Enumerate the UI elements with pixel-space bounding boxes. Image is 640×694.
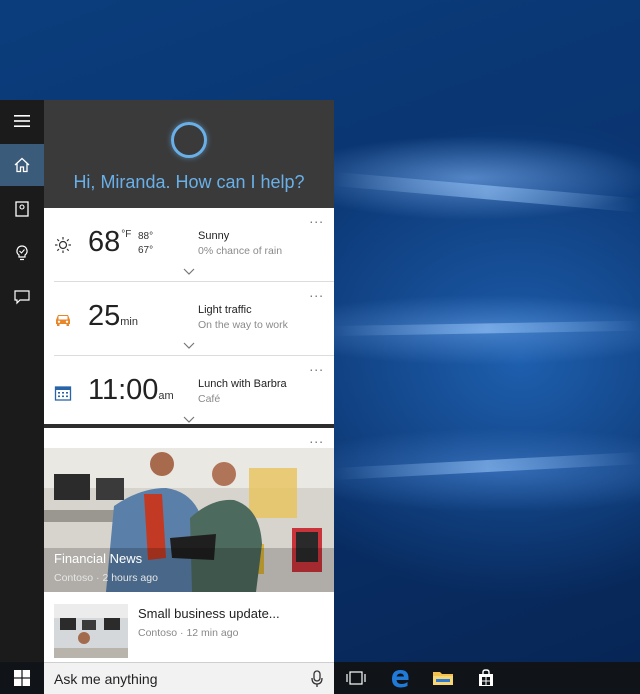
lightbulb-icon (16, 245, 28, 261)
news-section: ... Financial News Contoso · 2 hours ago… (44, 428, 334, 662)
light-beam (334, 172, 640, 213)
nav-home-button[interactable] (0, 144, 44, 186)
featured-news-card[interactable]: Financial News Contoso · 2 hours ago (44, 448, 334, 592)
calendar-card[interactable]: ... 11:00am Lunch with Barbra Café (44, 356, 334, 430)
traffic-detail: On the way to work (198, 319, 288, 331)
featured-news-category: Financial News (54, 551, 143, 566)
news-list-item[interactable]: Small business update... Contoso · 12 mi… (44, 600, 334, 662)
notebook-icon (15, 201, 29, 217)
weather-more-button[interactable]: ... (309, 210, 324, 226)
nav-reminders-button[interactable] (0, 232, 44, 274)
news-item-meta: Contoso · 12 min ago (138, 627, 239, 639)
cortana-header: Hi, Miranda. How can I help? (44, 100, 334, 208)
search-input[interactable] (54, 669, 294, 689)
chevron-down-icon[interactable] (183, 416, 195, 424)
search-box[interactable] (44, 662, 334, 694)
calendar-more-button[interactable]: ... (309, 358, 324, 374)
traffic-condition: Light traffic (198, 304, 252, 316)
home-icon (14, 157, 30, 173)
traffic-unit: min (120, 316, 138, 328)
light-beam (334, 320, 640, 336)
task-view-icon (346, 671, 366, 685)
microphone-icon[interactable] (310, 670, 324, 688)
event-title: Lunch with Barbra (198, 378, 287, 390)
windows-logo-icon (14, 670, 30, 686)
weather-temperature: 68°F (88, 226, 132, 258)
traffic-duration: 25min (88, 300, 138, 332)
chat-bubble-icon (14, 290, 30, 305)
folder-icon (433, 672, 453, 685)
start-button[interactable] (0, 662, 44, 694)
nav-notebook-button[interactable] (0, 188, 44, 230)
weather-detail: 0% chance of rain (198, 245, 283, 257)
greeting-text: Hi, Miranda. How can I help? (73, 172, 305, 192)
sun-icon (55, 237, 71, 253)
store-button[interactable] (466, 662, 506, 694)
hamburger-menu-button[interactable] (0, 100, 44, 142)
cortana-panel: Hi, Miranda. How can I help? ... 68°F 88… (0, 100, 334, 662)
news-more-button[interactable]: ... (309, 430, 324, 446)
news-thumbnail (54, 604, 128, 658)
nav-feedback-button[interactable] (0, 276, 44, 318)
taskbar (0, 662, 640, 694)
event-location: Café (198, 393, 221, 405)
cortana-ring-icon[interactable] (171, 122, 207, 158)
chevron-down-icon[interactable] (183, 268, 195, 276)
traffic-more-button[interactable]: ... (309, 284, 324, 300)
hamburger-icon (14, 115, 30, 127)
news-item-title: Small business update... (138, 606, 280, 621)
edge-browser-button[interactable] (380, 662, 420, 694)
traffic-card[interactable]: ... 25min Light traffic On the way to wo… (44, 282, 334, 356)
office-photo (44, 448, 334, 592)
edge-browser-icon (392, 670, 409, 688)
event-ampm: am (158, 390, 174, 402)
weather-card[interactable]: ... 68°F 88° 67° Sunny 0% chance of rain (44, 208, 334, 282)
cortana-nav-rail (0, 100, 44, 662)
weather-high-low: 88° 67° (138, 230, 153, 258)
temperature-unit: °F (121, 229, 132, 240)
weather-low: 67° (138, 245, 154, 256)
weather-condition: Sunny (198, 230, 230, 242)
store-bag-icon (479, 669, 493, 686)
task-view-button[interactable] (336, 662, 376, 694)
file-explorer-button[interactable] (423, 662, 463, 694)
car-icon (56, 315, 70, 326)
event-time: 11:00am (88, 374, 174, 406)
chevron-down-icon[interactable] (183, 342, 195, 350)
weather-high: 88° (138, 231, 154, 242)
featured-news-meta: Contoso · 2 hours ago (54, 572, 158, 584)
calendar-icon (54, 386, 72, 401)
light-beam (334, 452, 640, 480)
